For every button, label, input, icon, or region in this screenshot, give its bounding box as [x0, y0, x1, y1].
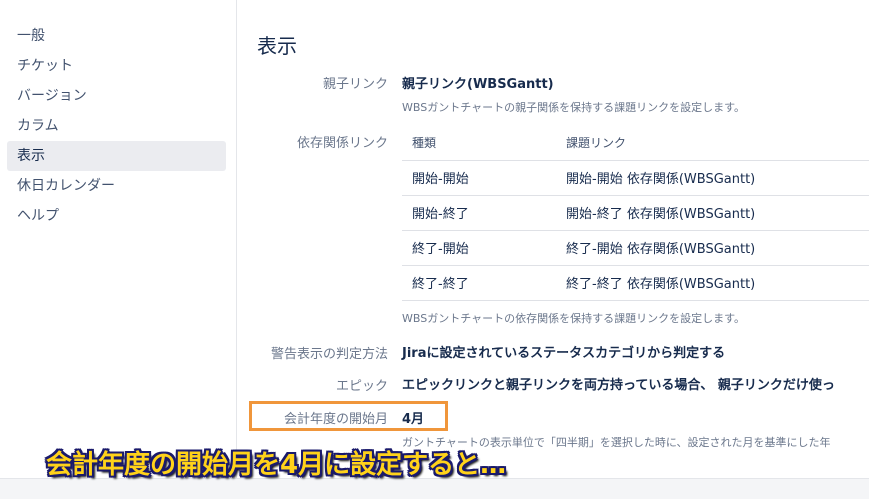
dependency-link-cell[interactable]: 終了-終了 依存関係(WBSGantt) — [556, 265, 869, 301]
parent-link-value[interactable]: 親子リンク(WBSGantt) — [402, 73, 554, 92]
warning-method-label: 警告表示の判定方法 — [270, 347, 388, 362]
sidebar-item-tickets[interactable]: チケット — [7, 51, 226, 81]
sidebar-item-display[interactable]: 表示 — [7, 141, 226, 171]
epic-value[interactable]: エピックリンクと親子リンクを両方持っている場合、 親子リンクだけ使っ — [402, 374, 835, 393]
table-row: 開始-開始 開始-開始 依存関係(WBSGantt) — [402, 160, 869, 196]
dependency-type-cell: 開始-開始 — [402, 160, 556, 196]
dependency-link-cell[interactable]: 終了-開始 依存関係(WBSGantt) — [556, 230, 869, 266]
sidebar-item-versions[interactable]: バージョン — [7, 81, 226, 111]
dependency-type-cell: 終了-終了 — [402, 265, 556, 301]
settings-sidebar: 一般 チケット バージョン カラム 表示 休日カレンダー ヘルプ — [0, 0, 237, 478]
annotation-caption: 会計年度の開始月を4月に設定すると… — [46, 450, 507, 480]
column-header-issue-link: 課題リンク — [556, 126, 869, 161]
dependency-link-cell[interactable]: 開始-終了 依存関係(WBSGantt) — [556, 195, 869, 231]
warning-method-value[interactable]: Jiraに設定されているステータスカテゴリから判定する — [402, 342, 725, 361]
dependency-link-label: 依存関係リンク — [296, 136, 388, 151]
sidebar-item-holiday-calendar[interactable]: 休日カレンダー — [7, 171, 226, 201]
column-header-type: 種類 — [402, 126, 556, 161]
sidebar-item-help[interactable]: ヘルプ — [7, 201, 226, 231]
dependency-link-description: WBSガントチャートの依存関係を保持する課題リンクを設定します。 — [402, 312, 745, 325]
table-header-row: 種類 課題リンク — [402, 126, 869, 161]
dependency-type-cell: 終了-開始 — [402, 230, 556, 266]
dependency-type-cell: 開始-終了 — [402, 195, 556, 231]
table-row: 開始-終了 開始-終了 依存関係(WBSGantt) — [402, 195, 869, 231]
page-title: 表示 — [257, 34, 297, 58]
table-row: 終了-終了 終了-終了 依存関係(WBSGantt) — [402, 265, 869, 301]
epic-label: エピック — [335, 379, 388, 394]
parent-link-label: 親子リンク — [322, 77, 388, 92]
fiscal-start-month-highlight — [249, 401, 448, 431]
sidebar-item-columns[interactable]: カラム — [7, 111, 226, 141]
bottom-strip — [0, 478, 869, 499]
parent-link-description: WBSガントチャートの親子関係を保持する課題リンクを設定します。 — [402, 101, 745, 114]
sidebar-item-general[interactable]: 一般 — [7, 21, 226, 51]
dependency-link-table: 種類 課題リンク 開始-開始 開始-開始 依存関係(WBSGantt) 開始-終… — [402, 126, 869, 301]
table-row: 終了-開始 終了-開始 依存関係(WBSGantt) — [402, 230, 869, 266]
dependency-link-cell[interactable]: 開始-開始 依存関係(WBSGantt) — [556, 160, 869, 196]
